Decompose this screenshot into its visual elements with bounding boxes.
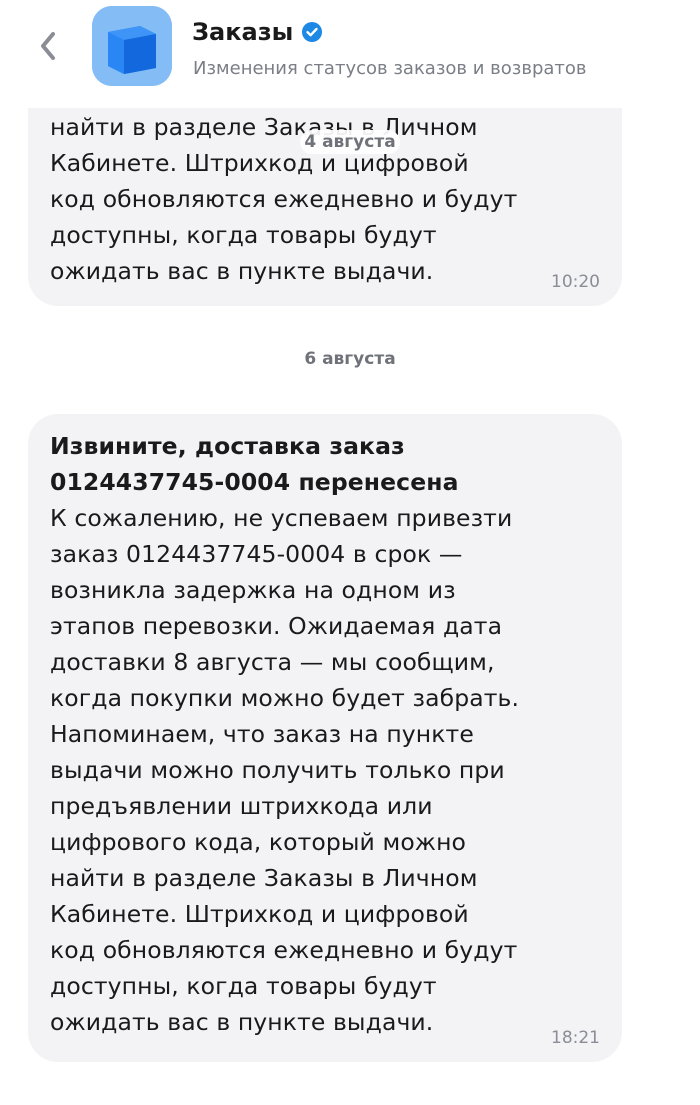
chat-title: Заказы: [192, 18, 294, 46]
message-body: К сожалению, не успеваем привезти заказ …: [50, 504, 520, 1036]
verified-check-icon: [302, 22, 323, 42]
date-separator: 4 августа: [300, 130, 400, 154]
chat-screen: найти в разделе Заказы в Личном Кабинете…: [0, 0, 700, 1105]
blue-box-icon: [92, 6, 172, 86]
header-title-row[interactable]: Заказы: [192, 18, 323, 46]
message-bubble[interactable]: Извините, доставка заказ 0124437745-0004…: [28, 414, 622, 1062]
chevron-left-icon: [41, 32, 55, 60]
app-avatar[interactable]: [92, 6, 172, 86]
message-time: 18:21: [551, 1028, 600, 1048]
back-button[interactable]: [28, 26, 68, 66]
chat-header: Заказы Изменения статусов заказов и возв…: [0, 0, 700, 108]
chat-subtitle: Изменения статусов заказов и возвратов: [193, 58, 587, 79]
message-feed[interactable]: найти в разделе Заказы в Личном Кабинете…: [0, 0, 700, 1105]
message-time: 10:20: [551, 272, 600, 292]
date-separator: 6 августа: [304, 349, 396, 369]
message-title: Извините, доставка заказ 0124437745-0004…: [50, 432, 459, 496]
